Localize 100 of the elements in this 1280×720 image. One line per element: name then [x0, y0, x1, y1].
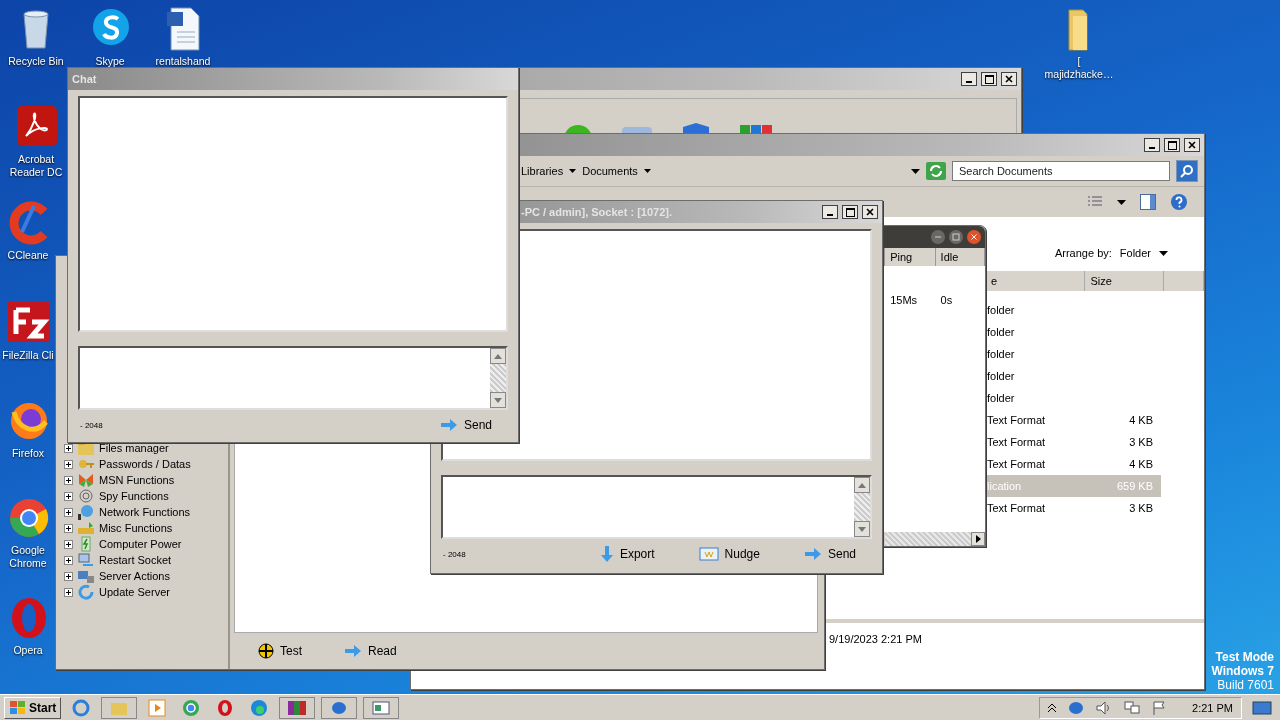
action-button[interactable]: Read	[340, 642, 401, 660]
expander-icon[interactable]	[64, 587, 73, 597]
desktop-icon-label[interactable]: Google Chrome	[0, 544, 56, 570]
expander-icon[interactable]	[64, 475, 73, 485]
help-icon[interactable]	[1170, 193, 1188, 211]
file-type: folder	[986, 326, 1016, 338]
minimize-button[interactable]	[822, 205, 838, 219]
file-row[interactable]: folder	[985, 365, 1161, 387]
scroll-down-button[interactable]	[490, 392, 506, 408]
message-field[interactable]	[78, 346, 508, 410]
search-button[interactable]	[1176, 160, 1198, 182]
close-button[interactable]	[1001, 72, 1017, 86]
column-header[interactable]: Ping	[885, 248, 936, 266]
desktop-icon-label[interactable]: CCleane	[7, 249, 49, 262]
maximize-button[interactable]	[1164, 138, 1180, 152]
clock[interactable]: 2:21 PM	[1192, 701, 1233, 714]
tree-item[interactable]: MSN Functions	[99, 474, 175, 486]
expander-icon[interactable]	[64, 507, 73, 517]
server-icon	[77, 568, 95, 584]
desktop-icon-label[interactable]: Firefox	[11, 447, 45, 460]
file-size: 659 KB	[1115, 480, 1153, 492]
expander-icon[interactable]	[64, 491, 73, 501]
file-row[interactable]: Text Format 3 KB	[985, 497, 1161, 519]
app-tray-icon[interactable]	[1068, 700, 1085, 715]
chat-button[interactable]: Send	[799, 545, 860, 563]
desktop-icon-label[interactable]: Opera	[13, 644, 43, 657]
tree-item[interactable]: Restart Socket	[99, 554, 172, 566]
file-row[interactable]: folder	[985, 387, 1161, 409]
scroll-down-button[interactable]	[854, 521, 870, 537]
date-modified: 9/19/2023 2:21 PM	[829, 633, 922, 647]
file-row[interactable]: folder	[985, 299, 1161, 321]
column-header[interactable]: Size	[1084, 271, 1165, 291]
maximize-button[interactable]	[842, 205, 858, 219]
close-button[interactable]	[1184, 138, 1200, 152]
file-type: Text Format	[986, 458, 1047, 470]
arrange-dropdown[interactable]: Folder	[1119, 247, 1168, 259]
arrange-label: Arrange by:	[1054, 247, 1112, 259]
caret-icon[interactable]	[911, 168, 920, 174]
column-header[interactable]: e	[985, 271, 1085, 291]
breadcrumb[interactable]: Libraries	[521, 165, 564, 177]
search-field[interactable]: Search Documents	[952, 161, 1170, 181]
expander-icon[interactable]	[64, 443, 73, 453]
file-type: Text Format	[986, 414, 1047, 426]
caret-icon[interactable]	[569, 169, 577, 173]
expander-icon[interactable]	[64, 523, 73, 533]
scroll-right-button[interactable]	[971, 532, 985, 546]
message-field[interactable]	[441, 475, 872, 539]
chevron-up-icon[interactable]	[1048, 702, 1057, 713]
expander-icon[interactable]	[64, 571, 73, 581]
character-counter: - 2048	[80, 420, 104, 430]
action-button[interactable]: Test	[254, 641, 306, 661]
tree-item[interactable]: Spy Functions	[99, 490, 169, 502]
desktop-icon-label[interactable]: Acrobat Reader DC	[8, 153, 64, 179]
expander-icon[interactable]	[64, 459, 73, 469]
caret-icon[interactable]	[1117, 199, 1126, 205]
chat-button[interactable]: Nudge	[694, 545, 764, 563]
file-row[interactable]: folder	[985, 321, 1161, 343]
close-button[interactable]	[862, 205, 878, 219]
archive-taskbar-icon[interactable]	[279, 696, 316, 719]
tree-item[interactable]: Passwords / Datas	[99, 458, 191, 470]
test-mode-text: Windows 7	[1211, 664, 1274, 678]
tree-item[interactable]: Files manager	[99, 442, 169, 454]
expander-icon[interactable]	[64, 539, 73, 549]
desktop-icon-label[interactable]: rentalshand	[155, 55, 211, 68]
desktop-icon-label[interactable]: FileZilla Cli	[2, 349, 54, 362]
file-type: folder	[986, 392, 1016, 404]
tree-item[interactable]: Computer Power	[99, 538, 182, 550]
desktop-icon-label[interactable]: [ majidzhacke…	[1044, 55, 1114, 81]
tree-item[interactable]: Server Actions	[99, 570, 170, 582]
horizontal-scrollbar[interactable]	[885, 532, 985, 546]
refresh-icon[interactable]	[926, 162, 946, 180]
maximize-button[interactable]	[981, 72, 997, 86]
desktop-icon-label[interactable]: Recycle Bin	[8, 55, 64, 68]
file-size: 4 KB	[1128, 458, 1153, 470]
column-header[interactable]: Idle	[935, 248, 985, 266]
file-row[interactable]: Text Format 4 KB	[985, 409, 1161, 431]
app-taskbar-icon[interactable]	[321, 696, 358, 719]
close-button[interactable]	[967, 230, 981, 244]
chat-button[interactable]: Send	[435, 416, 496, 434]
desktop-icon-label[interactable]: Skype	[95, 55, 125, 68]
scroll-up-button[interactable]	[854, 477, 870, 493]
network-icon[interactable]	[1124, 700, 1141, 715]
expander-icon[interactable]	[64, 555, 73, 565]
file-type: Text Format	[986, 436, 1047, 448]
minimize-button[interactable]	[1144, 138, 1160, 152]
chat-button[interactable]: Export	[595, 543, 659, 565]
preview-pane-icon[interactable]	[1140, 194, 1156, 210]
file-row[interactable]: Text Format 3 KB	[985, 431, 1161, 453]
start-button[interactable]: Start	[4, 696, 62, 719]
tree-item[interactable]: Network Functions	[99, 506, 191, 518]
breadcrumb[interactable]: Documents	[582, 165, 638, 177]
file-size: 3 KB	[1128, 436, 1153, 448]
scroll-up-button[interactable]	[490, 348, 506, 364]
file-row[interactable]: folder	[985, 343, 1161, 365]
caret-icon[interactable]	[643, 169, 651, 173]
file-row[interactable]: Text Format 4 KB	[985, 453, 1161, 475]
window-taskbar-icon[interactable]	[363, 696, 400, 719]
tree-item[interactable]: Misc Functions	[99, 522, 173, 534]
tree-item[interactable]: Update Server	[99, 586, 170, 598]
minimize-button[interactable]	[961, 72, 977, 86]
